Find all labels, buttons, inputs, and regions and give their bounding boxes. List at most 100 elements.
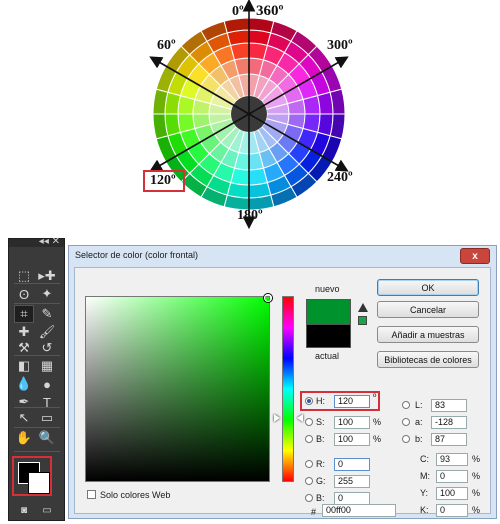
green-label: G: bbox=[316, 476, 326, 486]
tool-separator bbox=[14, 427, 60, 428]
zoom-icon[interactable]: 🔍 bbox=[37, 429, 57, 447]
magenta-unit: % bbox=[472, 471, 481, 481]
shape-icon[interactable]: ▭ bbox=[37, 409, 57, 427]
cyan-input[interactable]: 93 bbox=[436, 453, 468, 466]
lasso-icon[interactable]: ʘ bbox=[14, 285, 34, 303]
dialog-body: nuevo actual OK Cancelar Añadir a muestr… bbox=[74, 267, 491, 517]
out-of-gamut-warning-icon[interactable] bbox=[358, 303, 368, 312]
tool-separator bbox=[14, 303, 60, 304]
web-colors-only-checkbox[interactable] bbox=[87, 490, 96, 499]
angle-label-0: 0º bbox=[232, 4, 244, 19]
saturation-input[interactable]: 100 bbox=[334, 416, 370, 429]
wheel-segment bbox=[302, 95, 321, 115]
tools-panel: ◂◂ ✕ ⬚ ▸✚ ʘ ✦ ⌗ ✎ ✚ 🖌 ⚒ ↺ ◧ ▦ 💧 ● ✒ T ↖ ▭ ✋ 🔍 ◙ ▭ bbox=[8, 236, 65, 521]
web-colors-only-label: Solo colores Web bbox=[100, 490, 171, 500]
color-wheel-diagram: 0º 360º 60º 300º 120º 240º 180º bbox=[0, 0, 500, 232]
hue-input[interactable]: 120 bbox=[334, 395, 370, 408]
saturation-label: S: bbox=[316, 417, 325, 427]
magenta-label: M: bbox=[420, 471, 430, 481]
blue-label: B: bbox=[316, 493, 325, 503]
tool-separator bbox=[14, 407, 60, 408]
ok-button[interactable]: OK bbox=[377, 279, 479, 296]
black-input[interactable]: 0 bbox=[436, 504, 468, 517]
angle-label-240: 240º bbox=[327, 170, 353, 185]
lightness-input[interactable]: 83 bbox=[431, 399, 467, 412]
brightness-radio[interactable] bbox=[305, 435, 313, 443]
lightness-label: L: bbox=[415, 400, 423, 410]
wheel-segment bbox=[248, 167, 268, 186]
crop-icon[interactable]: ⌗ bbox=[14, 305, 34, 323]
a-channel-input[interactable]: -128 bbox=[431, 416, 467, 429]
current-color-label: actual bbox=[315, 351, 340, 361]
magic-wand-icon[interactable]: ✦ bbox=[37, 285, 57, 303]
color-wheel bbox=[149, 0, 349, 230]
green-radio[interactable] bbox=[305, 477, 313, 485]
new-color-swatch bbox=[306, 299, 351, 324]
red-input[interactable]: 0 bbox=[334, 458, 370, 471]
tool-separator bbox=[14, 283, 60, 284]
current-color-swatch[interactable] bbox=[306, 324, 351, 348]
hand-icon[interactable]: ✋ bbox=[14, 429, 34, 447]
color-picker-marker[interactable] bbox=[264, 294, 272, 302]
brightness-unit: % bbox=[373, 434, 382, 444]
red-label: R: bbox=[316, 459, 325, 469]
b-channel-label: b: bbox=[415, 434, 423, 444]
b-channel-input[interactable]: 87 bbox=[431, 433, 467, 446]
hue-label: H: bbox=[316, 396, 325, 406]
hue-unit: º bbox=[373, 392, 377, 402]
yellow-label: Y: bbox=[420, 488, 429, 498]
b-channel-radio[interactable] bbox=[402, 435, 410, 443]
a-channel-radio[interactable] bbox=[402, 418, 410, 426]
dodge-icon[interactable]: ● bbox=[37, 375, 57, 393]
cyan-unit: % bbox=[472, 454, 481, 464]
tool-separator bbox=[14, 451, 60, 452]
angle-label-300: 300º bbox=[327, 38, 353, 53]
hex-input[interactable]: 00ff00 bbox=[322, 504, 396, 517]
brightness-input[interactable]: 100 bbox=[334, 433, 370, 446]
angle-label-120: 120º bbox=[150, 173, 176, 188]
yellow-unit: % bbox=[472, 488, 481, 498]
blur-icon[interactable]: 💧 bbox=[14, 375, 34, 393]
wheel-segment bbox=[177, 113, 196, 133]
quick-mask-icon[interactable]: ◙ bbox=[14, 501, 34, 519]
hex-label: # bbox=[311, 507, 317, 517]
new-color-label: nuevo bbox=[315, 284, 340, 294]
tools-panel-header[interactable]: ◂◂ ✕ bbox=[9, 236, 64, 247]
black-label: K: bbox=[420, 505, 429, 515]
collapse-icon[interactable]: ◂◂ ✕ bbox=[39, 236, 60, 247]
color-picker-dialog: Selector de color (color frontal) x nuev… bbox=[68, 245, 497, 519]
yellow-input[interactable]: 100 bbox=[436, 487, 468, 500]
web-safe-color-icon[interactable] bbox=[358, 316, 367, 325]
angle-label-360: 360º bbox=[256, 3, 284, 19]
hue-slider-handle-right[interactable] bbox=[297, 414, 303, 422]
eraser-icon[interactable]: ◧ bbox=[14, 357, 34, 375]
add-to-swatches-button[interactable]: Añadir a muestras bbox=[377, 326, 479, 343]
saturation-radio[interactable] bbox=[305, 418, 313, 426]
cancel-button[interactable]: Cancelar bbox=[377, 301, 479, 318]
wheel-segment bbox=[230, 42, 250, 61]
blue-radio[interactable] bbox=[305, 494, 313, 502]
gradient-icon[interactable]: ▦ bbox=[37, 357, 57, 375]
angle-label-180: 180º bbox=[237, 208, 263, 223]
lightness-radio[interactable] bbox=[402, 401, 410, 409]
hue-slider-handle-left[interactable] bbox=[274, 414, 280, 422]
green-input[interactable]: 255 bbox=[334, 475, 370, 488]
close-button[interactable]: x bbox=[460, 248, 490, 264]
red-radio[interactable] bbox=[305, 460, 313, 468]
tool-separator bbox=[14, 355, 60, 356]
color-libraries-button[interactable]: Bibliotecas de colores bbox=[377, 351, 479, 368]
hue-radio[interactable] bbox=[305, 397, 313, 405]
path-select-icon[interactable]: ↖ bbox=[14, 409, 34, 427]
dialog-title: Selector de color (color frontal) bbox=[75, 250, 199, 260]
magenta-input[interactable]: 0 bbox=[436, 470, 468, 483]
background-color-swatch[interactable] bbox=[28, 472, 50, 494]
a-channel-label: a: bbox=[415, 417, 423, 427]
screen-mode-icon[interactable]: ▭ bbox=[37, 501, 57, 519]
hue-slider[interactable] bbox=[282, 296, 294, 482]
saturation-unit: % bbox=[373, 417, 382, 427]
angle-label-60: 60º bbox=[157, 38, 176, 53]
black-unit: % bbox=[472, 505, 481, 515]
cyan-label: C: bbox=[420, 454, 429, 464]
eyedropper-icon[interactable]: ✎ bbox=[37, 305, 57, 323]
saturation-brightness-field[interactable] bbox=[85, 294, 272, 482]
